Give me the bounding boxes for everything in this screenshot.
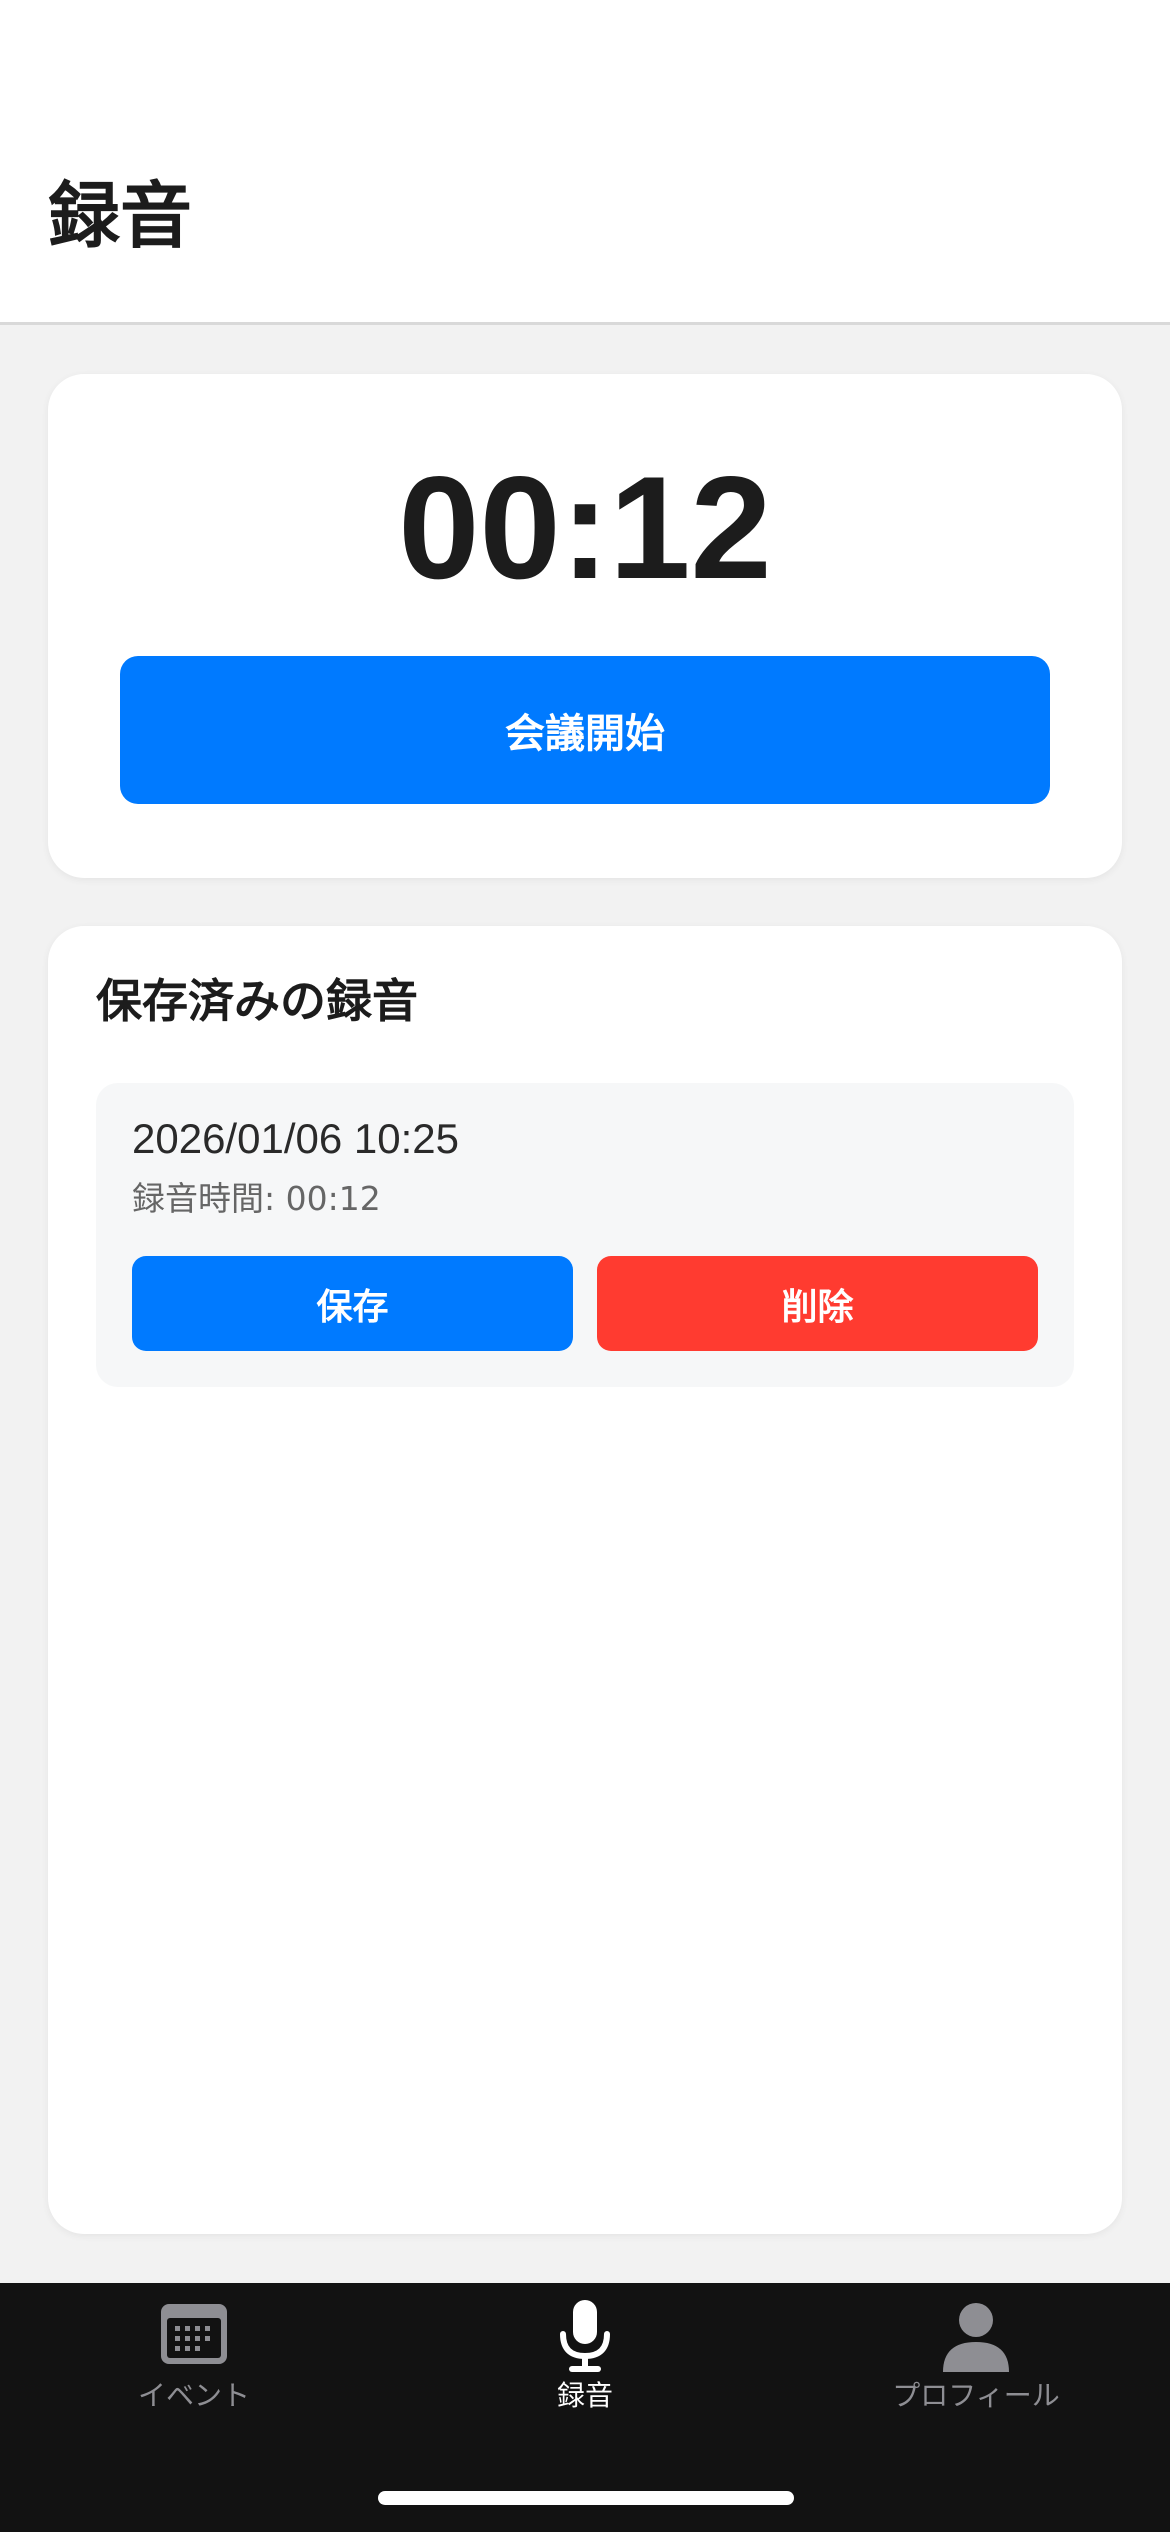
tab-record[interactable]: 録音 <box>435 2300 735 2430</box>
tab-profile[interactable]: プロフィール <box>826 2300 1126 2430</box>
tab-events[interactable]: イベント <box>44 2300 344 2430</box>
tab-label-record: 録音 <box>556 2379 613 2412</box>
header: 録音 <box>0 0 1170 325</box>
recording-datetime: 2026/01/06 10:25 <box>132 1115 459 1162</box>
elapsed-timer: 00:12 <box>398 446 772 609</box>
recording-duration: 録音時間: 00:12 <box>132 1179 381 1218</box>
calendar-icon <box>159 2300 229 2370</box>
person-icon <box>941 2300 1011 2376</box>
home-indicator <box>378 2491 794 2505</box>
delete-recording-button[interactable]: 削除 <box>597 1256 1038 1351</box>
save-recording-button[interactable]: 保存 <box>132 1256 573 1351</box>
start-meeting-button[interactable]: 会議開始 <box>120 656 1050 804</box>
tab-label-profile: プロフィール <box>892 2379 1060 2412</box>
tab-label-events: イベント <box>137 2379 250 2412</box>
microphone-icon <box>555 2300 615 2380</box>
saved-recordings-title: 保存済みの録音 <box>96 974 418 1028</box>
page-title: 録音 <box>48 174 193 258</box>
